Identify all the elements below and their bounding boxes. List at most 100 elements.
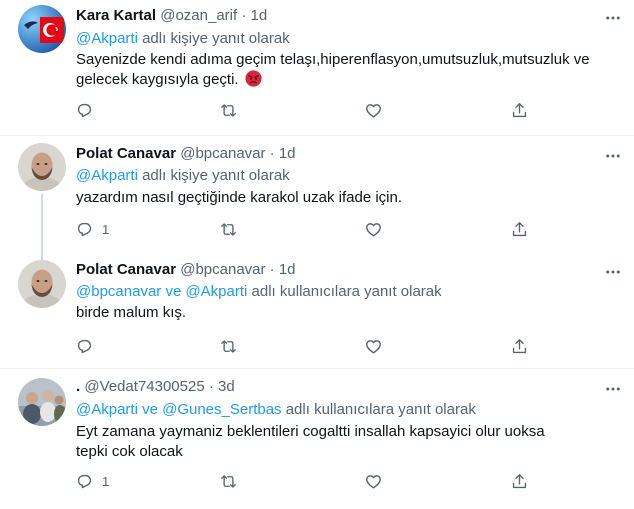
retweet-button[interactable] [219, 95, 238, 125]
display-name[interactable]: . [76, 378, 80, 395]
avatar[interactable] [18, 5, 66, 53]
display-name[interactable]: Polat Canavar [76, 145, 176, 162]
share-icon [512, 338, 527, 353]
reply-button[interactable] [75, 95, 102, 125]
tweet-text: Eyt zamana yaymaniz beklentileri cogaltt… [76, 422, 546, 462]
like-icon [366, 474, 381, 489]
timestamp[interactable]: 1d [251, 7, 268, 24]
tweet-actions [70, 95, 540, 125]
tweet-header: Polat Canavar @bpcanavar · 1d [76, 260, 296, 280]
like-button[interactable] [364, 214, 383, 244]
like-icon [366, 103, 381, 118]
reply-button[interactable]: 1 [75, 466, 109, 496]
reply-button[interactable] [75, 331, 102, 361]
share-icon [512, 221, 527, 236]
tweet[interactable]: . @Vedat74300525 · 3d @Akparti ve @Gunes… [0, 369, 634, 509]
user-handle[interactable]: @Vedat74300525 [84, 378, 204, 395]
reply-context-text: adlı kişiye yanıt olarak [137, 30, 290, 47]
tweet-body: Sayenizde kendi adıma geçim telaşı,hiper… [76, 51, 590, 88]
share-icon [512, 102, 527, 117]
like-icon [366, 222, 381, 237]
separator-dot: · [241, 7, 247, 24]
angry-face-emoji-icon [245, 70, 262, 87]
mention-link[interactable]: @Akparti [76, 167, 138, 184]
like-button[interactable] [364, 331, 383, 361]
more-icon [606, 270, 620, 274]
avatar[interactable] [18, 378, 66, 426]
tweet-header: Kara Kartal @ozan_arif · 1d [76, 6, 267, 26]
reply-count: 1 [102, 221, 110, 237]
tweet[interactable]: Polat Canavar @bpcanavar · 1d @Akparti a… [0, 136, 634, 259]
tweet-header: Polat Canavar @bpcanavar · 1d [76, 144, 296, 164]
reply-icon [77, 339, 92, 353]
mention-link[interactable]: @Akparti [76, 30, 138, 47]
user-handle[interactable]: @bpcanavar [180, 261, 265, 278]
reply-context-text: adlı kullanıcılara yanıt olarak [247, 283, 442, 300]
share-button[interactable] [510, 466, 529, 496]
share-icon [512, 473, 527, 488]
tweet[interactable]: Polat Canavar @bpcanavar · 1d @bpcanavar… [0, 257, 634, 367]
turkish-flag-avatar-icon [18, 5, 66, 53]
more-icon [606, 16, 620, 20]
tweet-body: Eyt zamana yaymaniz beklentileri cogaltt… [76, 423, 545, 460]
reply-context: @Akparti adlı kişiye yanıt olarak [76, 29, 290, 49]
user-handle[interactable]: @ozan_arif [160, 7, 237, 24]
reply-icon [77, 222, 92, 236]
tweet-text: birde malum kış. [76, 303, 616, 323]
timestamp[interactable]: 1d [279, 261, 296, 278]
bald-man-avatar-icon [18, 143, 66, 191]
tweet-body: yazardım nasıl geçtiğinde karakol uzak i… [76, 189, 403, 206]
timestamp[interactable]: 1d [279, 145, 296, 162]
retweet-icon [221, 103, 236, 117]
retweet-icon [221, 474, 236, 488]
tweet-text: yazardım nasıl geçtiğinde karakol uzak i… [76, 188, 616, 208]
user-handle[interactable]: @bpcanavar [180, 145, 265, 162]
tweet[interactable]: Kara Kartal @ozan_arif · 1d @Akparti adl… [0, 0, 634, 125]
like-button[interactable] [364, 466, 383, 496]
reply-button[interactable]: 1 [75, 214, 109, 244]
thread-line [41, 194, 43, 259]
retweet-icon [221, 222, 236, 236]
retweet-icon [221, 339, 236, 353]
like-icon [366, 339, 381, 354]
mention-link[interactable]: @Akparti ve @Gunes_Sertbas [76, 401, 282, 418]
reply-count: 1 [102, 473, 110, 489]
like-button[interactable] [364, 95, 383, 125]
more-button[interactable] [602, 262, 624, 282]
display-name[interactable]: Kara Kartal [76, 7, 156, 24]
tweet-header: . @Vedat74300525 · 3d [76, 377, 235, 397]
share-button[interactable] [510, 214, 529, 244]
bald-man-avatar-icon [18, 260, 66, 308]
timestamp[interactable]: 3d [218, 378, 235, 395]
mention-link[interactable]: @bpcanavar ve @Akparti [76, 283, 247, 300]
tweet-text: Sayenizde kendi adıma geçim telaşı,hiper… [76, 50, 616, 90]
separator-dot: · [208, 378, 214, 395]
more-button[interactable] [602, 8, 624, 28]
reply-context-text: adlı kullanıcılara yanıt olarak [281, 401, 476, 418]
more-button[interactable] [602, 146, 624, 166]
tweet-body: birde malum kış. [76, 304, 187, 321]
reply-icon [77, 474, 92, 488]
group-photo-avatar-icon [18, 378, 66, 426]
tweet-actions [70, 331, 540, 361]
tweet-actions: 1 [70, 466, 540, 496]
reply-context: @Akparti adlı kişiye yanıt olarak [76, 166, 290, 186]
reply-context-text: adlı kişiye yanıt olarak [137, 167, 290, 184]
more-icon [606, 154, 620, 158]
retweet-button[interactable] [219, 214, 238, 244]
tweet-actions: 1 [70, 214, 540, 244]
more-icon [606, 387, 620, 391]
reply-context: @bpcanavar ve @Akparti adlı kullanıcılar… [76, 282, 442, 302]
retweet-button[interactable] [219, 331, 238, 361]
display-name[interactable]: Polat Canavar [76, 261, 176, 278]
separator-dot: · [269, 261, 275, 278]
share-button[interactable] [510, 331, 529, 361]
avatar[interactable] [18, 143, 66, 191]
retweet-button[interactable] [219, 466, 238, 496]
reply-context: @Akparti ve @Gunes_Sertbas adlı kullanıc… [76, 400, 476, 420]
separator-dot: · [269, 145, 275, 162]
share-button[interactable] [510, 95, 529, 125]
reply-icon [77, 103, 92, 117]
avatar[interactable] [18, 260, 66, 308]
more-button[interactable] [602, 379, 624, 399]
